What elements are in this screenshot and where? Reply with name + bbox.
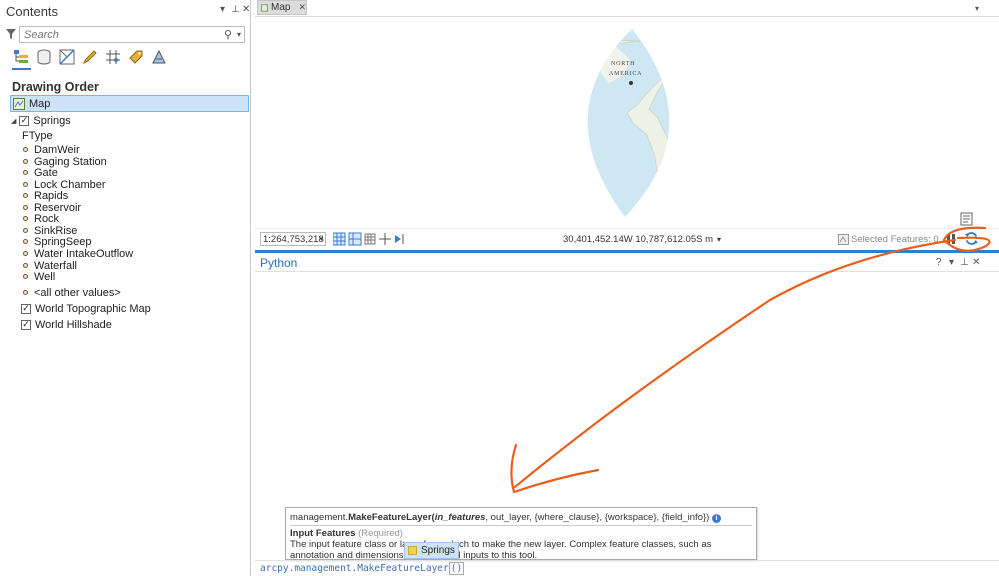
pane-menu-icon[interactable]: ▾ bbox=[949, 257, 954, 268]
navigation-tools bbox=[333, 232, 404, 246]
table-icon[interactable] bbox=[364, 233, 376, 245]
tree-item-springs[interactable]: ◢ ✓ Springs bbox=[11, 113, 71, 128]
topo-label: World Topographic Map bbox=[35, 302, 151, 315]
search-input[interactable] bbox=[20, 27, 210, 43]
springs-checkbox[interactable]: ✓ bbox=[19, 115, 30, 126]
coordinate-readout[interactable]: 30,401,452.14W 10,787,612.05S m ▾ bbox=[563, 234, 721, 245]
map-label-north: NORTH bbox=[611, 61, 635, 67]
python-pane: Python ? ▾ ⊥ ✕ management.MakeFeatureLay… bbox=[255, 253, 999, 576]
function-signature-tooltip: management.MakeFeatureLayer(in_features,… bbox=[285, 507, 757, 561]
contents-toolbar bbox=[12, 48, 167, 65]
list-by-drawing-order-icon[interactable] bbox=[12, 48, 29, 65]
snapping-icon[interactable] bbox=[395, 234, 404, 244]
guides-icon[interactable] bbox=[348, 232, 362, 246]
map-icon bbox=[13, 97, 25, 110]
selected-features-count: Selected Features: 0 bbox=[851, 234, 939, 245]
point-symbol-icon bbox=[23, 251, 28, 256]
scale-selector[interactable]: 1:264,753,218 ▾ bbox=[260, 232, 326, 246]
chevron-down-icon[interactable]: ▾ bbox=[717, 235, 721, 244]
contents-title: Contents bbox=[6, 4, 59, 19]
list-by-selection-icon[interactable] bbox=[58, 48, 75, 65]
springs-label: Springs bbox=[33, 114, 71, 127]
tooltip-divider bbox=[290, 525, 752, 526]
coordinates-text: 30,401,452.14W 10,787,612.05S m bbox=[563, 234, 714, 245]
chevron-down-icon[interactable]: ▾ bbox=[319, 235, 323, 243]
point-symbol-icon bbox=[23, 159, 28, 164]
python-input-divider bbox=[255, 560, 999, 561]
layer-icon bbox=[408, 546, 417, 555]
function-signature: management.MakeFeatureLayer(in_features,… bbox=[290, 512, 721, 523]
close-icon[interactable]: ✕ bbox=[298, 2, 306, 13]
close-icon[interactable]: ✕ bbox=[242, 4, 250, 15]
autocomplete-label: Springs bbox=[421, 545, 455, 556]
map-canvas[interactable]: NORTH AMERICA bbox=[255, 16, 999, 228]
hillshade-checkbox[interactable]: ✓ bbox=[21, 319, 31, 330]
list-by-snapping-icon[interactable] bbox=[104, 48, 121, 65]
point-symbol-icon bbox=[23, 239, 28, 244]
point-symbol-icon bbox=[23, 263, 28, 268]
point-symbol-icon bbox=[23, 216, 28, 221]
python-header-divider bbox=[255, 271, 999, 272]
point-symbol-icon bbox=[23, 170, 28, 175]
list-by-perspective-icon[interactable] bbox=[150, 48, 167, 65]
legend-item: Well bbox=[23, 269, 55, 284]
autocomplete-item-springs[interactable]: Springs bbox=[404, 542, 459, 559]
list-by-labeling-icon[interactable] bbox=[127, 48, 144, 65]
selected-features-icon[interactable] bbox=[838, 234, 849, 245]
close-icon[interactable]: ✕ bbox=[972, 257, 980, 268]
point-symbol-icon bbox=[23, 147, 28, 152]
point-symbol-icon bbox=[23, 274, 28, 279]
info-icon[interactable]: i bbox=[711, 514, 721, 523]
chevron-down-icon[interactable]: ▾ bbox=[975, 4, 979, 13]
python-input[interactable]: arcpy.management.MakeFeatureLayer() bbox=[260, 562, 465, 575]
python-title: Python bbox=[260, 256, 298, 270]
parameter-name: Input Features (Required) bbox=[290, 528, 403, 539]
list-by-editing-icon[interactable] bbox=[81, 48, 98, 65]
tree-item-map[interactable]: Map bbox=[10, 95, 249, 112]
map-label: Map bbox=[29, 97, 51, 110]
help-icon[interactable]: ? bbox=[936, 257, 942, 268]
drawing-order-heading: Drawing Order bbox=[12, 80, 99, 94]
pin-icon[interactable]: ⊥ bbox=[960, 257, 969, 268]
search-icon[interactable]: ⚲ bbox=[224, 28, 232, 41]
tab-map[interactable]: Map ✕ bbox=[257, 0, 307, 15]
field-heading: FType bbox=[22, 129, 53, 142]
scale-value: 1:264,753,218 bbox=[263, 233, 324, 245]
point-symbol-icon bbox=[23, 290, 28, 295]
active-tab-indicator bbox=[12, 68, 31, 70]
topo-checkbox[interactable]: ✓ bbox=[21, 303, 31, 314]
map-label-america: AMERICA bbox=[609, 71, 642, 77]
collapse-triangle-icon[interactable]: ◢ bbox=[11, 117, 16, 125]
pause-drawing-icon[interactable] bbox=[945, 233, 957, 245]
crosshair-icon[interactable] bbox=[379, 233, 391, 245]
map-icon bbox=[261, 4, 268, 11]
point-symbol-icon bbox=[23, 205, 28, 210]
contents-pane: Contents ▾ ⊥ ✕ ⚲ ▾ Drawing Orde bbox=[0, 0, 251, 576]
grid-icon[interactable] bbox=[333, 232, 346, 246]
filter-icon[interactable] bbox=[6, 29, 16, 39]
point-symbol-icon bbox=[23, 193, 28, 198]
parameter-description: The input feature class or layer from wh… bbox=[290, 539, 712, 561]
map-view: Map ✕ ▾ NORTH AMERICA 1:264,753,218 ▾ 30… bbox=[255, 0, 999, 251]
chevron-down-icon[interactable]: ▾ bbox=[237, 30, 241, 39]
point-symbol-icon bbox=[23, 182, 28, 187]
search-box[interactable]: ⚲ ▾ bbox=[19, 26, 245, 43]
point-symbol-icon bbox=[23, 228, 28, 233]
tab-map-label: Map bbox=[271, 2, 291, 13]
tree-item-world-hillshade[interactable]: ✓ World Hillshade bbox=[21, 317, 112, 332]
refresh-icon[interactable] bbox=[964, 231, 979, 246]
list-by-source-icon[interactable] bbox=[35, 48, 52, 65]
pin-icon[interactable]: ⊥ bbox=[231, 4, 240, 15]
globe-map[interactable]: NORTH AMERICA bbox=[255, 17, 999, 229]
place-marker-icon bbox=[629, 81, 633, 85]
legend-item-other: <all other values> bbox=[23, 285, 121, 300]
pane-menu-icon[interactable]: ▾ bbox=[220, 4, 225, 15]
map-status-bar: 1:264,753,218 ▾ 30,401,452.14W 10,787,61… bbox=[255, 228, 999, 248]
tree-item-world-topographic[interactable]: ✓ World Topographic Map bbox=[21, 301, 151, 316]
notes-icon[interactable] bbox=[960, 212, 973, 226]
hillshade-label: World Hillshade bbox=[35, 318, 112, 331]
